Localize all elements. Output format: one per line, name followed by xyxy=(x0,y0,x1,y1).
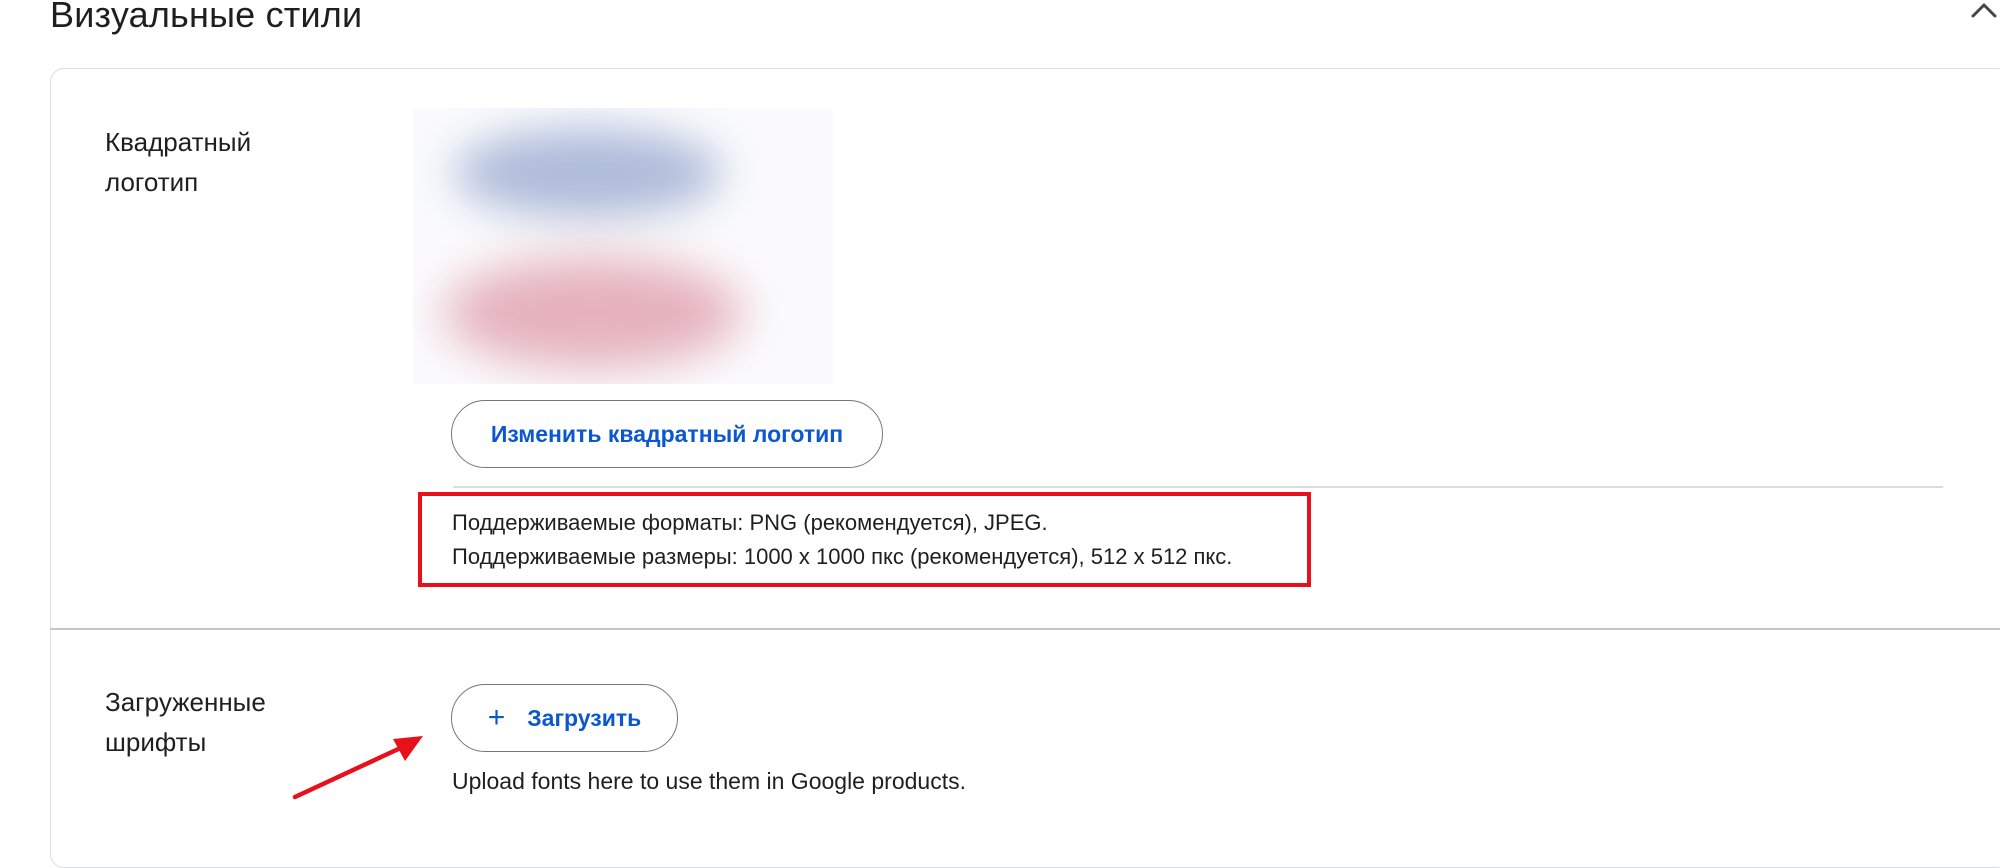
change-square-logo-button[interactable]: Изменить квадратный логотип xyxy=(451,400,883,468)
annotation-arrow-icon xyxy=(292,736,423,800)
chevron-up-icon[interactable] xyxy=(1962,0,2000,30)
logo-blob-pink xyxy=(443,258,743,368)
change-square-logo-button-label: Изменить квадратный логотип xyxy=(490,420,844,447)
section-title: Визуальные стили xyxy=(50,0,363,35)
row-divider xyxy=(50,628,2000,630)
upload-fonts-button[interactable]: + Загрузить xyxy=(451,684,678,752)
logo-blob-blue xyxy=(453,128,723,218)
upload-fonts-button-label: Загрузить xyxy=(527,704,642,731)
logo-divider xyxy=(453,486,1943,488)
square-logo-label: Квадратный логотип xyxy=(105,127,252,197)
plus-icon: + xyxy=(487,701,506,734)
square-logo-preview xyxy=(413,108,833,384)
upload-fonts-helper-text: Upload fonts here to use them in Google … xyxy=(452,768,966,794)
annotation-highlight-box xyxy=(418,492,1311,587)
